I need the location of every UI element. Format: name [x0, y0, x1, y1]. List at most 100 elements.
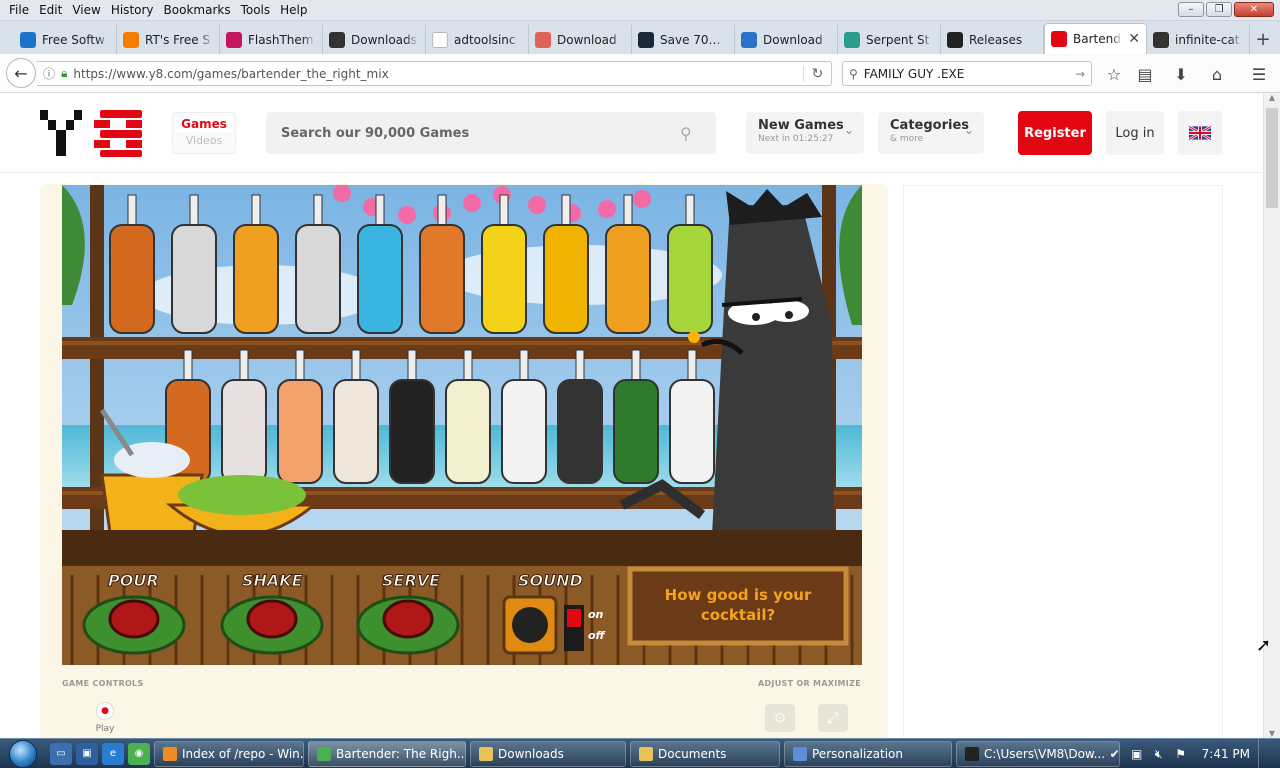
browser-tab[interactable]: Download — [529, 25, 632, 54]
serve-label: SERVE — [381, 571, 441, 591]
search-input[interactable]: FAMILY GUY .EXE — [864, 67, 1075, 81]
browser-tab[interactable]: Save 70% o — [632, 25, 735, 54]
games-toggle[interactable]: Games — [175, 116, 233, 132]
volume-muted-icon[interactable]: 🔇︎ — [1152, 747, 1166, 761]
browser-tab[interactable]: adtoolsinc — [426, 25, 529, 54]
taskbar-item[interactable]: Index of /repo - Win... — [154, 740, 304, 767]
search-go-icon[interactable]: → — [1075, 67, 1091, 81]
site-search-placeholder: Search our 90,000 Games — [281, 125, 470, 141]
new-games-label: New Games — [758, 118, 844, 133]
network-icon[interactable]: ▣ — [1130, 747, 1144, 761]
maximize-game-button[interactable]: ⤢ — [818, 704, 848, 732]
browser-tab[interactable]: infinite-cat — [1147, 25, 1250, 54]
taskbar-item[interactable]: Personalization — [784, 740, 952, 767]
maximize-button[interactable]: ❐ — [1206, 2, 1232, 17]
tab-label: Downloads — [351, 32, 417, 47]
close-tab-icon[interactable]: ✕ — [1128, 31, 1140, 47]
scroll-down-icon[interactable]: ▼ — [1264, 729, 1280, 738]
ie-quicklaunch-icon[interactable]: e — [102, 742, 124, 765]
site-header: Games Videos Search our 90,000 Games ⚲ N… — [0, 93, 1262, 173]
browser-tab[interactable]: Free Softw — [14, 25, 117, 54]
menu-view[interactable]: View — [67, 0, 105, 20]
reload-icon[interactable]: ↻ — [803, 65, 831, 82]
search-icon[interactable]: ⚲ — [680, 124, 716, 143]
flag-icon[interactable]: ⚑ — [1174, 747, 1188, 761]
play-control[interactable]: ● Play — [92, 702, 118, 734]
register-button[interactable]: Register — [1018, 111, 1092, 155]
chrome-quicklaunch-icon[interactable]: ◉ — [128, 742, 150, 765]
language-button[interactable] — [1178, 111, 1222, 155]
tab-label: Releases — [969, 32, 1023, 47]
back-button[interactable]: ← — [6, 58, 36, 88]
downloads-icon[interactable]: ⬇ — [1170, 63, 1192, 85]
shake-label: SHAKE — [242, 571, 304, 591]
adjust-maximize-label: ADJUST OR MAXIMIZE — [758, 679, 861, 688]
new-tab-button[interactable]: + — [1250, 25, 1276, 54]
categories-dropdown[interactable]: Categories & more ⌄ — [878, 112, 984, 154]
serve-button[interactable] — [356, 595, 460, 655]
y8-page: Games Videos Search our 90,000 Games ⚲ N… — [0, 93, 1262, 738]
menu-history[interactable]: History — [106, 0, 159, 20]
pour-button[interactable] — [82, 595, 186, 655]
taskbar-item[interactable]: Documents — [630, 740, 780, 767]
explorer-quicklaunch-icon[interactable]: ▣ — [76, 742, 98, 765]
menu-bookmarks[interactable]: Bookmarks — [159, 0, 236, 20]
hamburger-menu-icon[interactable]: ☰ — [1248, 63, 1270, 85]
new-games-dropdown[interactable]: New Games Next in 01:25:27 ⌄ — [746, 112, 864, 154]
taskbar-item[interactable]: Downloads — [470, 740, 626, 767]
videos-toggle[interactable]: Videos — [173, 134, 235, 147]
url-text[interactable]: https://www.y8.com/games/bartender_the_r… — [73, 67, 803, 81]
blank-page-icon — [432, 31, 448, 48]
browser-tab[interactable]: FlashThem — [220, 25, 323, 54]
bar-counter — [62, 530, 862, 566]
search-bar[interactable]: ⚲ FAMILY GUY .EXE → — [842, 61, 1092, 86]
window-controls: – ❐ ✕ — [1178, 2, 1274, 17]
show-desktop-button[interactable] — [1258, 739, 1270, 769]
menu-help[interactable]: Help — [275, 0, 312, 20]
menu-edit[interactable]: Edit — [34, 0, 67, 20]
play-label: Play — [95, 724, 115, 734]
site-search-input[interactable]: Search our 90,000 Games ⚲ — [266, 112, 716, 154]
taskbar-item[interactable]: Bartender: The Righ... — [308, 740, 466, 767]
reading-list-icon[interactable]: ▤ — [1134, 63, 1156, 85]
github-icon — [947, 31, 963, 48]
bartender-game-canvas[interactable]: POUR SHAKE SERVE SOUND on off How good i… — [62, 185, 862, 665]
minimize-button[interactable]: – — [1178, 2, 1204, 17]
taskbar-item-label: Bartender: The Righ... — [336, 746, 466, 761]
browser-tab[interactable]: Downloads — [323, 25, 426, 54]
scrollbar-thumb[interactable] — [1266, 108, 1278, 208]
info-icon[interactable]: ⓘ — [43, 65, 55, 82]
download-site-icon — [535, 31, 551, 48]
taskbar-item[interactable]: C:\Users\VM8\Dow... — [956, 740, 1120, 767]
login-button[interactable]: Log in — [1106, 111, 1164, 155]
browser-tab[interactable]: RT's Free S — [117, 25, 220, 54]
adjust-size-button[interactable]: ⊙ — [765, 704, 795, 732]
show-desktop-quicklaunch-icon[interactable]: ▭ — [50, 742, 72, 765]
paw-icon — [1153, 31, 1169, 48]
y8-logo[interactable] — [40, 108, 144, 158]
tab-label: Serpent St — [866, 32, 930, 47]
lock-icon: 🔒︎ — [61, 66, 68, 80]
categories-label: Categories — [890, 118, 970, 133]
close-window-button[interactable]: ✕ — [1234, 2, 1274, 17]
menu-tools[interactable]: Tools — [236, 0, 276, 20]
scroll-up-icon[interactable]: ▲ — [1264, 93, 1280, 102]
browser-tab[interactable]: Bartend ✕ — [1044, 23, 1147, 54]
firefox-icon — [163, 746, 177, 761]
shield-check-icon[interactable]: ✔ — [1108, 747, 1122, 761]
menu-file[interactable]: File — [4, 0, 34, 20]
shake-button[interactable] — [220, 595, 324, 655]
home-icon[interactable]: ⌂ — [1206, 63, 1228, 85]
browser-tab[interactable]: Download — [735, 25, 838, 54]
sign-line-1: How good is your — [664, 586, 812, 604]
start-button[interactable] — [0, 739, 46, 769]
menu-bar: File Edit View History Bookmarks Tools H… — [0, 0, 1280, 21]
sound-on-label: on — [588, 608, 604, 621]
windows-logo-icon — [9, 739, 37, 768]
url-bar[interactable]: ⓘ 🔒︎ https://www.y8.com/games/bartender_… — [37, 61, 832, 86]
browser-tab[interactable]: Serpent St — [838, 25, 941, 54]
download-blue-icon — [741, 31, 757, 48]
clock[interactable]: 7:41 PM — [1202, 747, 1250, 761]
browser-tab[interactable]: Releases — [941, 25, 1044, 54]
bookmark-star-icon[interactable]: ☆ — [1103, 63, 1125, 85]
